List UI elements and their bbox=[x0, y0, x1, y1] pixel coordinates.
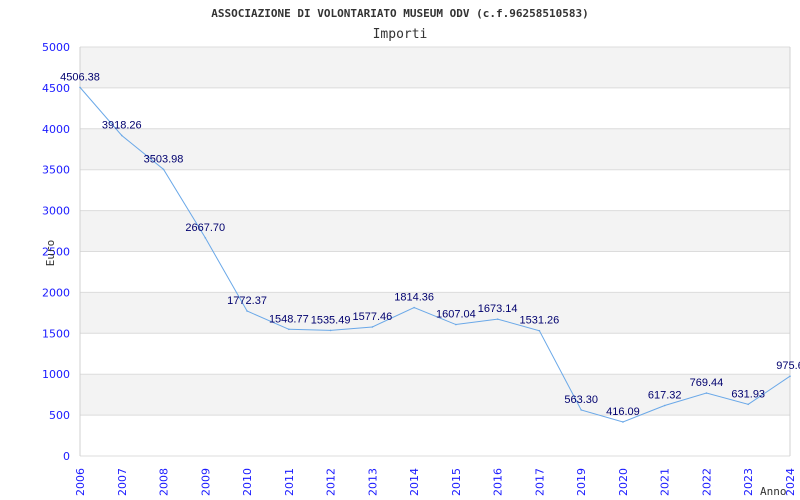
y-tick-label: 0 bbox=[63, 450, 70, 463]
x-tick-label: 2013 bbox=[366, 468, 379, 496]
data-point bbox=[288, 328, 290, 331]
data-point bbox=[663, 404, 666, 407]
y-tick-label: 3500 bbox=[42, 164, 70, 177]
data-label: 1814.36 bbox=[394, 292, 434, 304]
y-tick-label: 1500 bbox=[42, 327, 70, 340]
data-label: 1607.04 bbox=[436, 309, 476, 321]
x-tick-label: 2011 bbox=[283, 468, 296, 496]
x-tick-label: 2022 bbox=[700, 468, 713, 496]
x-axis-label: Anno bbox=[760, 485, 787, 498]
data-point bbox=[455, 323, 457, 326]
data-point bbox=[329, 329, 332, 332]
data-label: 769.44 bbox=[690, 377, 724, 389]
x-tick-label: 2020 bbox=[617, 468, 630, 496]
data-point bbox=[580, 409, 582, 411]
y-tick-label: 2000 bbox=[42, 286, 70, 299]
data-point bbox=[246, 310, 248, 312]
y-tick-label: 4500 bbox=[42, 82, 70, 95]
data-point bbox=[705, 392, 708, 394]
data-label: 631.93 bbox=[731, 388, 765, 400]
data-label: 3918.26 bbox=[102, 119, 142, 131]
data-label: 2667.70 bbox=[185, 222, 225, 234]
x-tick-label: 2017 bbox=[533, 468, 546, 496]
grid-band bbox=[80, 128, 790, 170]
line-chart: ASSOCIAZIONE DI VOLONTARIATO MUSEUM ODV … bbox=[42, 7, 800, 498]
y-tick-label: 3000 bbox=[42, 205, 70, 218]
data-point bbox=[538, 329, 541, 332]
data-label: 1772.37 bbox=[227, 295, 267, 307]
grid-band bbox=[80, 47, 790, 88]
data-point bbox=[622, 421, 624, 423]
x-tick-label: 2006 bbox=[74, 468, 87, 496]
data-point bbox=[496, 318, 499, 320]
x-tick-label: 2015 bbox=[450, 468, 463, 496]
x-tick-label: 2009 bbox=[199, 468, 212, 496]
data-label: 1535.49 bbox=[311, 314, 351, 326]
data-point bbox=[413, 306, 415, 309]
data-point bbox=[371, 326, 374, 328]
data-label: 563.30 bbox=[564, 394, 598, 406]
chart-subtitle: Importi bbox=[373, 27, 428, 42]
data-label: 975.6 bbox=[776, 360, 800, 372]
data-point bbox=[789, 375, 791, 377]
data-point bbox=[204, 236, 207, 239]
x-tick-label: 2012 bbox=[325, 468, 338, 496]
y-axis-label: Euro bbox=[44, 240, 57, 267]
data-label: 1577.46 bbox=[352, 311, 392, 323]
data-label: 416.09 bbox=[606, 406, 640, 418]
y-tick-label: 1000 bbox=[42, 368, 70, 381]
x-tick-label: 2016 bbox=[492, 468, 505, 496]
data-label: 4506.38 bbox=[60, 71, 100, 83]
x-tick-label: 2014 bbox=[408, 468, 421, 496]
chart-title: ASSOCIAZIONE DI VOLONTARIATO MUSEUM ODV … bbox=[211, 7, 589, 20]
grid-band bbox=[80, 374, 790, 416]
x-tick-label: 2007 bbox=[116, 468, 129, 496]
data-label: 3503.98 bbox=[144, 153, 184, 165]
data-point bbox=[120, 134, 123, 137]
data-point bbox=[747, 403, 750, 406]
y-tick-label: 4000 bbox=[42, 123, 70, 136]
x-tick-label: 2019 bbox=[575, 468, 588, 496]
data-point bbox=[162, 168, 165, 171]
data-label: 1531.26 bbox=[520, 315, 560, 327]
y-tick-label: 500 bbox=[49, 409, 70, 422]
y-tick-label: 5000 bbox=[42, 41, 70, 54]
data-label: 617.32 bbox=[648, 390, 682, 402]
x-tick-label: 2023 bbox=[742, 468, 755, 496]
data-label: 1673.14 bbox=[478, 303, 518, 315]
data-point bbox=[79, 86, 81, 89]
x-tick-label: 2008 bbox=[158, 468, 171, 496]
data-label: 1548.77 bbox=[269, 313, 309, 325]
x-tick-label: 2021 bbox=[659, 468, 672, 496]
x-tick-label: 2010 bbox=[241, 468, 254, 496]
